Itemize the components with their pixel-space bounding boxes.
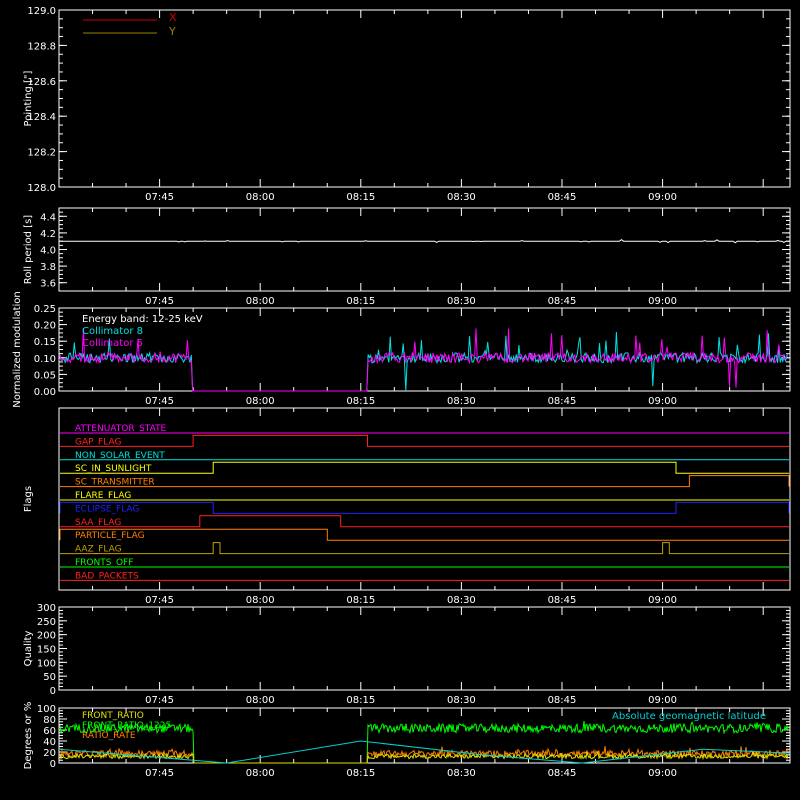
y-tick-label: 0.10 [34, 354, 56, 365]
y-tick-label: 128.2 [27, 148, 56, 159]
time-tick-label: 09:00 [648, 296, 677, 307]
y-tick-label: 0.00 [34, 387, 56, 398]
y-tick-label: 4.4 [40, 212, 56, 223]
time-tick-label: 09:00 [648, 695, 677, 706]
y-tick-label: 40 [43, 737, 56, 748]
time-tick-label: 08:30 [447, 192, 476, 203]
time-tick-label: 09:00 [648, 768, 677, 779]
time-tick-label: 07:45 [145, 296, 174, 307]
flag-label: NON_SOLAR_EVENT [75, 451, 165, 461]
legend-label-geomagnetic: Absolute geomagnetic latitude [612, 711, 766, 722]
flag-label: BAD_PACKETS [75, 571, 139, 581]
y-tick-label: 129.0 [27, 6, 56, 17]
flag-label: AAZ_FLAG [75, 545, 122, 555]
y-axis-label: Roll period [s] [23, 215, 34, 284]
time-tick-label: 08:30 [447, 595, 476, 606]
time-tick-label: 08:45 [548, 396, 577, 407]
flag-label: SC_TRANSMITTER [75, 478, 155, 488]
y-tick-label: 100 [37, 658, 56, 669]
flag-label: FRONTS_OFF [75, 558, 133, 568]
y-tick-label: 80 [43, 715, 56, 726]
energy-band-annotation: Energy band: 12-25 keV [82, 314, 203, 325]
y-tick-label: 3.6 [40, 279, 56, 290]
y-tick-label: 0 [50, 686, 56, 697]
y-tick-label: 60 [43, 726, 56, 737]
time-tick-label: 08:00 [246, 595, 275, 606]
time-tick-label: 08:15 [346, 595, 375, 606]
time-tick-label: 08:45 [548, 595, 577, 606]
y-tick-label: 0.25 [34, 304, 56, 315]
time-tick-label: 09:00 [648, 595, 677, 606]
y-tick-label: 0.05 [34, 370, 56, 381]
time-tick-label: 08:00 [246, 296, 275, 307]
time-tick-label: 09:00 [648, 396, 677, 407]
time-tick-label: 09:00 [648, 192, 677, 203]
time-tick-label: 08:15 [346, 192, 375, 203]
flag-label: ATTENUATOR_STATE [75, 424, 167, 434]
time-tick-label: 07:45 [145, 768, 174, 779]
y-tick-label: 4.0 [40, 246, 56, 257]
hessi-quicklook-plot: 07:45 08:00 08:15 08:30 08:45 09:00 128.0 128.2… [0, 0, 800, 800]
legend-label-front-ratio: FRONT_RATIO [82, 711, 144, 721]
legend-label-y: Y [168, 25, 176, 38]
flag-label: SAA_FLAG [75, 518, 121, 528]
y-tick-label: 200 [37, 631, 56, 642]
time-tick-label: 08:45 [548, 192, 577, 203]
time-tick-label: 08:45 [548, 768, 577, 779]
y-axis-label: Pointing ["] [23, 70, 34, 126]
time-tick-label: 08:00 [246, 396, 275, 407]
time-tick-label: 08:30 [447, 768, 476, 779]
time-tick-label: 08:00 [246, 695, 275, 706]
time-tick-label: 08:00 [246, 192, 275, 203]
time-tick-label: 08:45 [548, 296, 577, 307]
flag-label: FLARE_FLAG [75, 491, 131, 501]
y-tick-label: 300 [37, 603, 56, 614]
time-tick-label: 07:45 [145, 396, 174, 407]
time-tick-label: 08:15 [346, 695, 375, 706]
y-tick-label: 0.20 [34, 321, 56, 332]
legend-label-ratio-rate: RATIO_RATE [82, 731, 136, 741]
y-tick-label: 0.15 [34, 337, 56, 348]
time-tick-label: 07:45 [145, 595, 174, 606]
time-tick-label: 08:45 [548, 695, 577, 706]
flag-label: SC_IN_SUNLIGHT [75, 464, 152, 474]
legend-label-x: X [169, 11, 177, 24]
time-tick-label: 07:45 [145, 192, 174, 203]
legend-label-collimator-5: Collimator 5 [82, 338, 143, 349]
y-tick-label: 0 [50, 759, 56, 770]
y-axis-label: Degrees or % [23, 702, 34, 770]
y-axis-label: Flags [23, 486, 34, 512]
y-tick-label: 100 [37, 704, 56, 715]
time-tick-label: 08:15 [346, 296, 375, 307]
time-tick-label: 08:00 [246, 768, 275, 779]
y-tick-label: 128.0 [27, 183, 56, 194]
time-tick-label: 07:45 [145, 695, 174, 706]
y-tick-label: 128.8 [27, 41, 56, 52]
y-tick-label: 20 [43, 748, 56, 759]
y-axis-label: Normalized modulation [12, 291, 23, 408]
time-tick-label: 08:30 [447, 296, 476, 307]
y-tick-label: 250 [37, 617, 56, 628]
y-axis-label: Quality [23, 631, 34, 667]
time-tick-label: 08:15 [346, 396, 375, 407]
flag-label: PARTICLE_FLAG [75, 531, 145, 541]
y-tick-label: 150 [37, 645, 56, 656]
time-tick-label: 08:30 [447, 695, 476, 706]
legend-label-collimator-8: Collimator 8 [82, 326, 143, 337]
time-tick-label: 08:15 [346, 768, 375, 779]
y-tick-label: 50 [43, 672, 56, 683]
flag-label: GAP_FLAG [75, 437, 121, 447]
time-tick-label: 08:30 [447, 396, 476, 407]
y-tick-label: 4.2 [40, 229, 56, 240]
legend-label-front-ratio-1225: FRONT_RATIO_1225 [82, 721, 171, 731]
y-tick-label: 3.8 [40, 262, 56, 273]
flag-label: ECLIPSE_FLAG [75, 504, 139, 514]
